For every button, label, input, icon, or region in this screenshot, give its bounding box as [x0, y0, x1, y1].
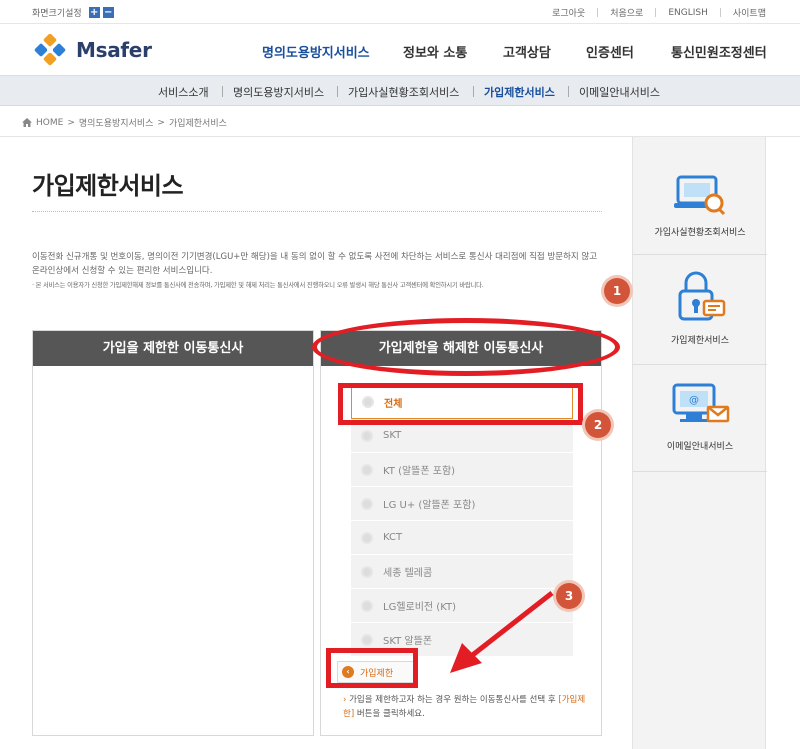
tip-bullet-icon: ›: [343, 695, 347, 705]
nav-item-info[interactable]: 정보와 소통: [403, 42, 467, 61]
divider: [633, 254, 767, 255]
nav-item-mediation[interactable]: 통신민원조정센터: [671, 42, 767, 61]
annotation-arrow-icon: [450, 591, 554, 673]
monitor-search-icon: [674, 175, 726, 216]
carrier-label: KCT: [383, 532, 403, 543]
sidebar: 가입사실현황조회서비스 가입제한서비스 @ 이메일안내서비스: [632, 137, 767, 749]
subnav-item-restrict[interactable]: 가입제한서비스: [484, 84, 555, 100]
carrier-option-sejong[interactable]: 세종 텔레콤: [351, 555, 573, 589]
sidebar-item-label: 가입제한서비스: [671, 336, 729, 346]
font-size-control: 화면크기설정 + −: [32, 6, 114, 19]
breadcrumb: HOME > 명의도용방지서비스 > 가입제한서비스: [22, 116, 227, 129]
step-badge-2: 2: [585, 412, 611, 438]
divider: [473, 86, 474, 97]
divider: [633, 364, 767, 365]
font-size-label: 화면크기설정: [32, 9, 82, 19]
sidebar-item-restrict[interactable]: 가입제한서비스: [633, 269, 767, 346]
carrier-option-kt[interactable]: KT (알뜰폰 포함): [351, 453, 573, 487]
radio-icon[interactable]: [361, 531, 373, 544]
english-link[interactable]: ENGLISH: [668, 8, 708, 18]
breadcrumb-separator: >: [67, 117, 75, 128]
divider: [222, 86, 223, 97]
subnav-item-intro[interactable]: 서비스소개: [158, 84, 209, 100]
page-title: 가입제한서비스: [32, 172, 184, 200]
divider: [597, 8, 599, 17]
carrier-label: SKT: [383, 430, 402, 441]
join-restrict-label: 가입제한: [360, 668, 394, 679]
sub-nav: 서비스소개 명의도용방지서비스 가입사실현황조회서비스 가입제한서비스 이메일안…: [0, 76, 800, 106]
monitor-mail-icon: @: [672, 383, 730, 423]
home-icon: [22, 118, 32, 127]
nav-item-identity-protection[interactable]: 명의도용방지서비스: [262, 42, 370, 61]
sidebar-item-status[interactable]: 가입사실현황조회서비스: [633, 173, 767, 238]
divider: [633, 471, 767, 472]
logo-text: Msafer: [76, 38, 152, 62]
tip-text: 가입을 제한하고자 하는 경우 원하는 이동통신사를 선택 후: [349, 695, 556, 705]
font-increase-button[interactable]: +: [88, 7, 100, 18]
sitemap-link[interactable]: 사이트맵: [733, 6, 766, 19]
breadcrumb-home[interactable]: HOME: [36, 118, 63, 128]
service-description: 이동전화 신규개통 및 번호이동, 명의이전 기기변경(LGU+만 해당)을 내…: [32, 252, 598, 276]
chevron-left-icon: ‹: [342, 666, 354, 678]
carrier-label: LG U+ (알뜰폰 포함): [383, 500, 476, 511]
unrestricted-carriers-title: 가입제한을 해제한 이동통신사: [321, 331, 601, 366]
tip-text-end: 버튼을 클릭하세요.: [354, 709, 425, 719]
join-restrict-button[interactable]: ‹ 가입제한: [337, 661, 417, 683]
nav-item-support[interactable]: 고객상담: [503, 42, 551, 61]
sidebar-item-label: 이메일안내서비스: [666, 442, 734, 452]
carrier-label: SKT 알뜰폰: [383, 636, 433, 647]
radio-icon[interactable]: [362, 396, 374, 408]
lock-id-icon: [678, 271, 726, 321]
unrestricted-carriers-panel: 가입제한을 해제한 이동통신사 전체 SKT KT (알뜰폰 포함) LG U+…: [320, 330, 602, 736]
font-decrease-button[interactable]: −: [102, 7, 114, 18]
radio-icon[interactable]: [361, 599, 373, 612]
subnav-item-identity[interactable]: 명의도용방지서비스: [233, 84, 324, 100]
divider: [719, 8, 721, 17]
utility-links: 로그아웃 처음으로 ENGLISH 사이트맵: [552, 6, 766, 20]
breadcrumb-level2: 가입제한서비스: [168, 119, 227, 129]
restricted-carriers-title: 가입을 제한한 이동통신사: [33, 331, 313, 366]
carrier-label: 세종 텔레콤: [383, 568, 433, 579]
utility-bar: 화면크기설정 + − 로그아웃 처음으로 ENGLISH 사이트맵: [0, 0, 800, 24]
subnav-item-status[interactable]: 가입사실현황조회서비스: [348, 84, 459, 100]
carrier-option-lgu[interactable]: LG U+ (알뜰폰 포함): [351, 487, 573, 521]
sidebar-item-label: 가입사실현황조회서비스: [654, 228, 746, 238]
radio-icon[interactable]: [361, 497, 373, 510]
radio-icon[interactable]: [361, 463, 373, 476]
logo-mark-icon: [34, 34, 66, 66]
breadcrumb-separator: >: [157, 117, 165, 128]
instruction-tip: › 가입을 제한하고자 하는 경우 원하는 이동통신사를 선택 후 [가입제한]…: [343, 693, 593, 721]
divider: [337, 86, 338, 97]
radio-icon[interactable]: [361, 429, 373, 442]
home-link[interactable]: 처음으로: [610, 6, 643, 19]
service-note: · 본 서비스는 이용자가 신청한 가입제한해제 정보를 통신사에 전송하며, …: [32, 282, 484, 289]
step-badge-1: 1: [604, 278, 630, 304]
divider: [568, 86, 569, 97]
restricted-carriers-panel: 가입을 제한한 이동통신사: [32, 330, 314, 736]
carrier-option-kct[interactable]: KCT: [351, 521, 573, 555]
divider: [32, 211, 602, 212]
sidebar-item-email[interactable]: @ 이메일안내서비스: [633, 381, 767, 452]
carrier-label: 전체: [384, 398, 403, 410]
carrier-option-skt[interactable]: SKT: [351, 419, 573, 453]
logout-link[interactable]: 로그아웃: [552, 6, 585, 19]
logo[interactable]: Msafer: [32, 34, 152, 66]
radio-icon[interactable]: [361, 633, 373, 646]
divider: [655, 8, 657, 17]
radio-icon[interactable]: [361, 565, 373, 578]
carrier-label: KT (알뜰폰 포함): [383, 466, 456, 477]
nav-item-certificate[interactable]: 인증센터: [586, 42, 634, 61]
svg-text:@: @: [689, 395, 699, 406]
header: Msafer 명의도용방지서비스 정보와 소통 고객상담 인증센터 통신민원조정…: [0, 24, 800, 76]
breadcrumb-level1[interactable]: 명의도용방지서비스: [79, 116, 154, 129]
carrier-option-all[interactable]: 전체: [351, 385, 573, 419]
subnav-item-email[interactable]: 이메일안내서비스: [579, 84, 660, 100]
